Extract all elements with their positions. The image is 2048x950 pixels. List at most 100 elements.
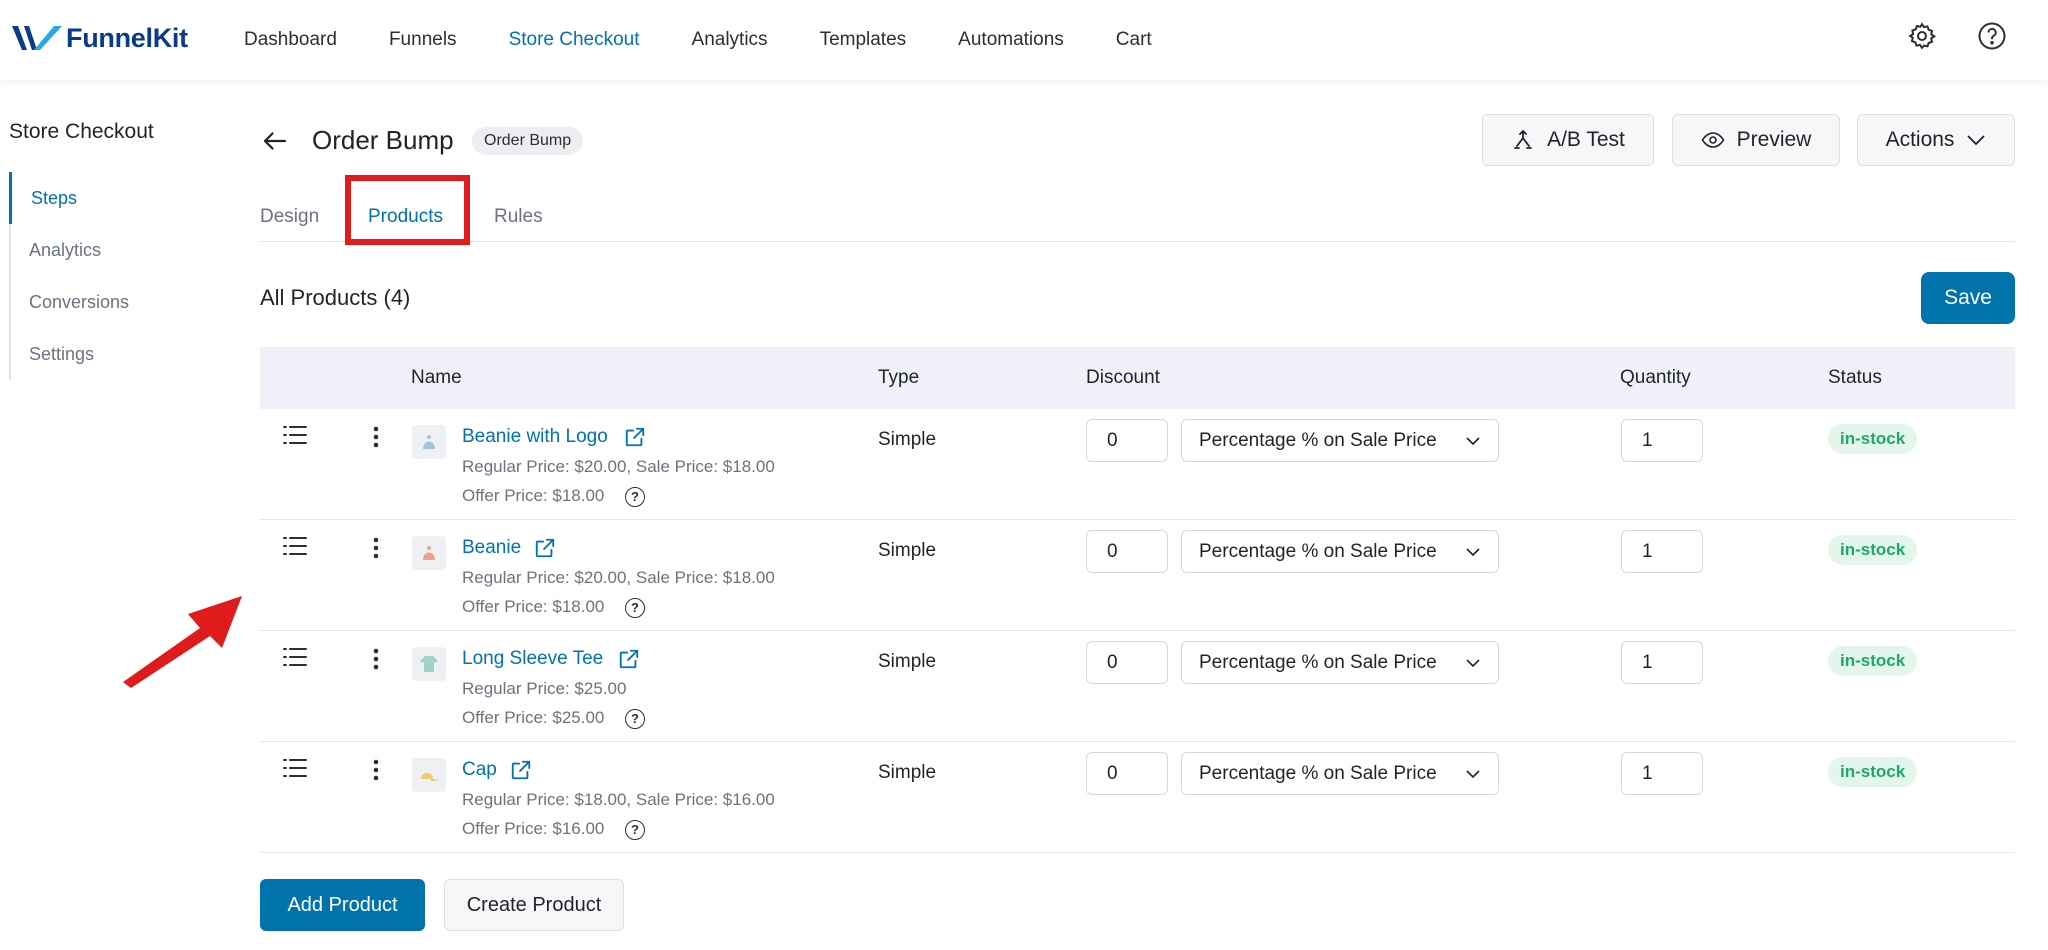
product-price: Regular Price: $20.00, Sale Price: $18.0… [462,457,775,476]
product-price: Regular Price: $25.00 [462,679,627,698]
external-link-icon[interactable] [618,648,640,670]
quantity-input[interactable]: 1 [1621,530,1703,573]
quantity-input[interactable]: 1 [1621,419,1703,462]
page-title: Order Bump [312,125,454,155]
preview-label: Preview [1736,128,1812,151]
drag-handle-icon[interactable] [282,423,308,447]
tab-design[interactable]: Design [260,206,319,228]
create-product-button[interactable]: Create Product [444,879,624,931]
step-type-badge: Order Bump [472,127,584,155]
table-row: Long Sleeve Tee Regular Price: $25.00 Of… [260,631,2015,742]
column-name: Name [411,367,462,388]
quantity-input[interactable]: 1 [1621,641,1703,684]
help-circle-icon[interactable] [1976,20,2008,52]
product-name-link[interactable]: Beanie [462,537,521,559]
help-icon[interactable]: ? [625,709,645,729]
product-name-link[interactable]: Cap [462,759,497,781]
sidebar-title: Store Checkout [9,120,154,143]
column-quantity: Quantity [1620,367,1691,388]
sidebar-item-analytics[interactable]: Analytics [11,224,199,276]
more-options-icon[interactable] [372,647,380,671]
top-icons [1906,20,2008,52]
actions-label: Actions [1885,128,1955,151]
discount-type-value: Percentage % on Sale Price [1199,652,1437,673]
annotation-arrow [123,596,242,688]
split-icon [1514,130,1532,149]
table-row: Beanie Regular Price: $20.00, Sale Price… [260,520,2015,631]
products-tab-highlight [345,175,470,245]
external-link-icon[interactable] [510,759,532,781]
product-thumbnail [412,647,446,681]
product-offer-price: Offer Price: $16.00 [462,819,605,838]
quantity-input[interactable]: 1 [1621,752,1703,795]
discount-type-select[interactable]: Percentage % on Sale Price [1181,641,1499,684]
more-options-icon[interactable] [372,758,380,782]
nav-automations[interactable]: Automations [958,29,1064,51]
product-thumbnail [412,758,446,792]
more-options-icon[interactable] [372,425,380,449]
more-options-icon[interactable] [372,536,380,560]
external-link-icon[interactable] [534,537,556,559]
sidebar-nav: Steps Analytics Conversions Settings [9,172,199,380]
status-badge: in-stock [1828,757,1918,787]
products-table-header: Name Type Discount Quantity Status [260,347,2015,409]
help-icon[interactable]: ? [625,820,645,840]
sidebar: Store Checkout Steps Analytics Conversio… [0,80,210,950]
nav-store-checkout[interactable]: Store Checkout [509,29,640,51]
discount-type-value: Percentage % on Sale Price [1199,763,1437,784]
product-offer-price: Offer Price: $18.00 [462,597,605,616]
nav-dashboard[interactable]: Dashboard [244,29,337,51]
status-badge: in-stock [1828,424,1918,454]
help-icon[interactable]: ? [625,487,645,507]
discount-input[interactable]: 0 [1086,530,1168,573]
back-arrow-icon[interactable] [260,126,290,156]
nav-templates[interactable]: Templates [820,29,907,51]
product-offer-price: Offer Price: $25.00 [462,708,605,727]
product-name-link[interactable]: Beanie with Logo [462,426,608,448]
main-nav: Dashboard Funnels Store Checkout Analyti… [244,0,1204,80]
discount-input[interactable]: 0 [1086,419,1168,462]
discount-type-select[interactable]: Percentage % on Sale Price [1181,419,1499,462]
drag-handle-icon[interactable] [282,756,308,780]
nav-funnels[interactable]: Funnels [389,29,457,51]
product-thumbnail [412,425,446,459]
product-type: Simple [878,651,937,672]
chevron-down-icon [1466,770,1480,779]
step-tabs: Design Products Rules [260,196,2015,242]
discount-input[interactable]: 0 [1086,641,1168,684]
discount-type-select[interactable]: Percentage % on Sale Price [1181,752,1499,795]
add-product-button[interactable]: Add Product [260,879,425,931]
eye-icon [1701,132,1725,148]
preview-button[interactable]: Preview [1672,114,1840,166]
actions-dropdown[interactable]: Actions [1857,114,2015,166]
product-type: Simple [878,540,937,561]
top-navigation-bar: FunnelKit Dashboard Funnels Store Checko… [0,0,2048,80]
product-price: Regular Price: $20.00, Sale Price: $18.0… [462,568,775,587]
funnelkit-logo[interactable]: FunnelKit [10,20,188,56]
funnelkit-logo-icon [12,26,62,50]
nav-cart[interactable]: Cart [1116,29,1152,51]
product-type: Simple [878,429,937,450]
column-discount: Discount [1086,367,1160,388]
tab-rules[interactable]: Rules [494,206,543,228]
drag-handle-icon[interactable] [282,534,308,558]
sidebar-item-steps[interactable]: Steps [9,172,199,224]
products-heading: All Products (4) [260,285,411,310]
column-status: Status [1828,367,1882,388]
sidebar-item-conversions[interactable]: Conversions [11,276,199,328]
external-link-icon[interactable] [624,426,646,448]
product-thumbnail [412,536,446,570]
save-button[interactable]: Save [1921,272,2015,324]
discount-input[interactable]: 0 [1086,752,1168,795]
ab-test-button[interactable]: A/B Test [1482,114,1654,166]
product-type: Simple [878,762,937,783]
discount-type-select[interactable]: Percentage % on Sale Price [1181,530,1499,573]
sidebar-item-settings[interactable]: Settings [11,328,199,380]
chevron-down-icon [1466,548,1480,557]
discount-type-value: Percentage % on Sale Price [1199,541,1437,562]
product-name-link[interactable]: Long Sleeve Tee [462,648,603,670]
help-icon[interactable]: ? [625,598,645,618]
gear-icon[interactable] [1906,20,1938,52]
nav-analytics[interactable]: Analytics [692,29,768,51]
drag-handle-icon[interactable] [282,645,308,669]
